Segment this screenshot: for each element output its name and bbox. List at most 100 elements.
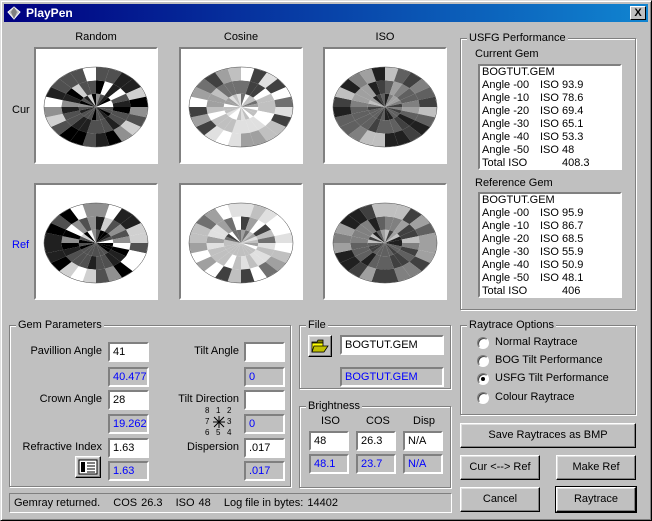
list-item: Angle -00 ISO 93.9: [482, 79, 584, 91]
status-cos-label: COS: [113, 497, 138, 509]
crown-angle-input[interactable]: 28: [108, 390, 149, 410]
close-button[interactable]: X: [630, 6, 646, 20]
list-item: Angle -30 ISO 65.1: [482, 118, 584, 130]
cancel-button[interactable]: Cancel: [460, 487, 540, 512]
brightness-ref-iso: 48.1: [309, 454, 349, 474]
status-log-label: Log file in bytes:: [223, 497, 304, 509]
list-item: Angle -10 ISO 86.7: [482, 220, 584, 232]
status-iso-label: ISO: [175, 497, 195, 509]
brightness-iso-value: 48: [309, 431, 349, 451]
compass-label: 6: [205, 428, 210, 437]
tilt-compass: 8 1 2 7 3 6 5 4: [205, 406, 239, 438]
gem-image-cur-iso: [323, 47, 447, 164]
tilt-angle-input[interactable]: [244, 342, 285, 362]
radio-label: USFG Tilt Performance: [495, 372, 609, 384]
col-header-cosine: Cosine: [223, 31, 259, 43]
compass-label: 7: [205, 417, 210, 426]
app-icon: [7, 6, 21, 20]
refractive-index-list-button[interactable]: [75, 456, 101, 478]
brightness-ref-disp: N/A: [403, 454, 443, 474]
compass-star-icon: [213, 416, 225, 428]
playpen-window: PlayPen X Random Cosine ISO Cur Ref USFG…: [0, 0, 652, 521]
swap-cur-ref-button[interactable]: Cur <--> Ref: [460, 455, 540, 480]
gem-image-ref-random: [34, 183, 158, 300]
refractive-index-label: Refractive Index: [22, 441, 102, 453]
compass-label: 5: [216, 428, 221, 437]
usfg-performance-group: USFG Performance Current Gem BOGTUT.GEM …: [460, 32, 636, 310]
refractive-index-calc: 1.63: [108, 461, 149, 481]
save-raytraces-bmp-button[interactable]: Save Raytraces as BMP: [460, 423, 636, 448]
radio-colour-raytrace[interactable]: Colour Raytrace: [477, 390, 627, 406]
brightness-cos-value: 26.3: [356, 431, 396, 451]
crown-angle-label: Crown Angle: [39, 393, 102, 405]
brightness-ref-cos: 23.7: [356, 454, 396, 474]
row-label-cur: Cur: [12, 104, 30, 116]
usfg-performance-label: USFG Performance: [467, 32, 568, 44]
brightness-header-iso: ISO: [321, 415, 340, 427]
col-header-iso: ISO: [375, 31, 395, 43]
reference-gem-label: Reference Gem: [475, 177, 553, 189]
crown-angle-calc: 19.262: [108, 414, 149, 434]
list-item: Angle -30 ISO 55.9: [482, 246, 584, 258]
radio-dot: [477, 337, 489, 349]
file-group-label: File: [306, 319, 328, 331]
brightness-header-cos: COS: [366, 415, 390, 427]
current-gem-list[interactable]: BOGTUT.GEM Angle -00 ISO 93.9 Angle -10 ISO…: [478, 64, 622, 170]
tilt-angle-calc: 0: [244, 367, 285, 387]
gem-image-ref-cosine: [179, 183, 303, 300]
status-cos-value: 26.3: [141, 497, 163, 509]
pavilion-angle-label: Pavillion Angle: [30, 345, 102, 357]
open-file-button[interactable]: [308, 335, 332, 357]
loaded-file-display: BOGTUT.GEM: [340, 367, 444, 387]
raytrace-options-label: Raytrace Options: [467, 319, 556, 331]
compass-label: 2: [227, 406, 232, 415]
list-item: Angle -50 ISO 48.1: [482, 272, 584, 284]
gem-image-cur-random: [34, 47, 158, 164]
pavilion-angle-input[interactable]: 41: [108, 342, 149, 362]
window-title: PlayPen: [26, 6, 73, 20]
dispersion-label: Dispersion: [187, 441, 239, 453]
list-item: Angle -10 ISO 78.6: [482, 92, 584, 104]
radio-label: Colour Raytrace: [495, 391, 575, 403]
radio-normal-raytrace[interactable]: Normal Raytrace: [477, 335, 627, 351]
list-item: Angle -40 ISO 50.9: [482, 259, 584, 271]
folder-open-icon: [311, 339, 329, 353]
col-header-random: Random: [75, 31, 117, 43]
list-item: Angle -20 ISO 69.4: [482, 105, 584, 117]
list-item: Total ISO 408.3: [482, 157, 590, 169]
compass-label: 3: [227, 417, 232, 426]
reference-gem-list[interactable]: BOGTUT.GEM Angle -00 ISO 95.9 Angle -10 ISO…: [478, 192, 622, 298]
tilt-direction-calc: 0: [244, 414, 285, 434]
list-item: Angle -40 ISO 53.3: [482, 131, 584, 143]
brightness-label: Brightness: [306, 400, 362, 412]
dispersion-input[interactable]: .017: [244, 438, 285, 458]
brightness-disp-value: N/A: [403, 431, 443, 451]
make-ref-button[interactable]: Make Ref: [556, 455, 636, 480]
title-bar: PlayPen X: [4, 4, 648, 22]
refractive-index-input[interactable]: 1.63: [108, 438, 149, 458]
radio-dot: [477, 355, 489, 367]
gem-image-cur-cosine: [179, 47, 303, 164]
tilt-direction-label: Tilt Direction: [178, 393, 239, 405]
compass-label: 8: [205, 406, 210, 415]
compass-label: 1: [216, 406, 221, 415]
tilt-direction-input[interactable]: [244, 390, 285, 410]
file-name-input[interactable]: BOGTUT.GEM: [340, 335, 444, 355]
list-item: BOGTUT.GEM: [482, 194, 555, 206]
status-bar: Gemray returned. COS 26.3 ISO 48 Log file …: [9, 493, 452, 513]
radio-bog-tilt-performance[interactable]: BOG Tilt Performance: [477, 353, 627, 369]
radio-dot: [477, 392, 489, 404]
raytrace-button[interactable]: Raytrace: [555, 486, 637, 513]
radio-dot: [477, 373, 489, 385]
radio-usfg-tilt-performance[interactable]: USFG Tilt Performance: [477, 371, 627, 387]
gem-parameters-label: Gem Parameters: [16, 319, 104, 331]
compass-label: 4: [227, 428, 232, 437]
list-item: Angle -20 ISO 68.5: [482, 233, 584, 245]
current-gem-label: Current Gem: [475, 48, 539, 60]
list-icon: [78, 459, 98, 475]
radio-label: Normal Raytrace: [495, 336, 578, 348]
close-icon: X: [634, 7, 642, 19]
list-item: Angle -50 ISO 48: [482, 144, 575, 156]
status-iso-value: 48: [198, 497, 211, 509]
status-message: Gemray returned.: [14, 497, 101, 509]
